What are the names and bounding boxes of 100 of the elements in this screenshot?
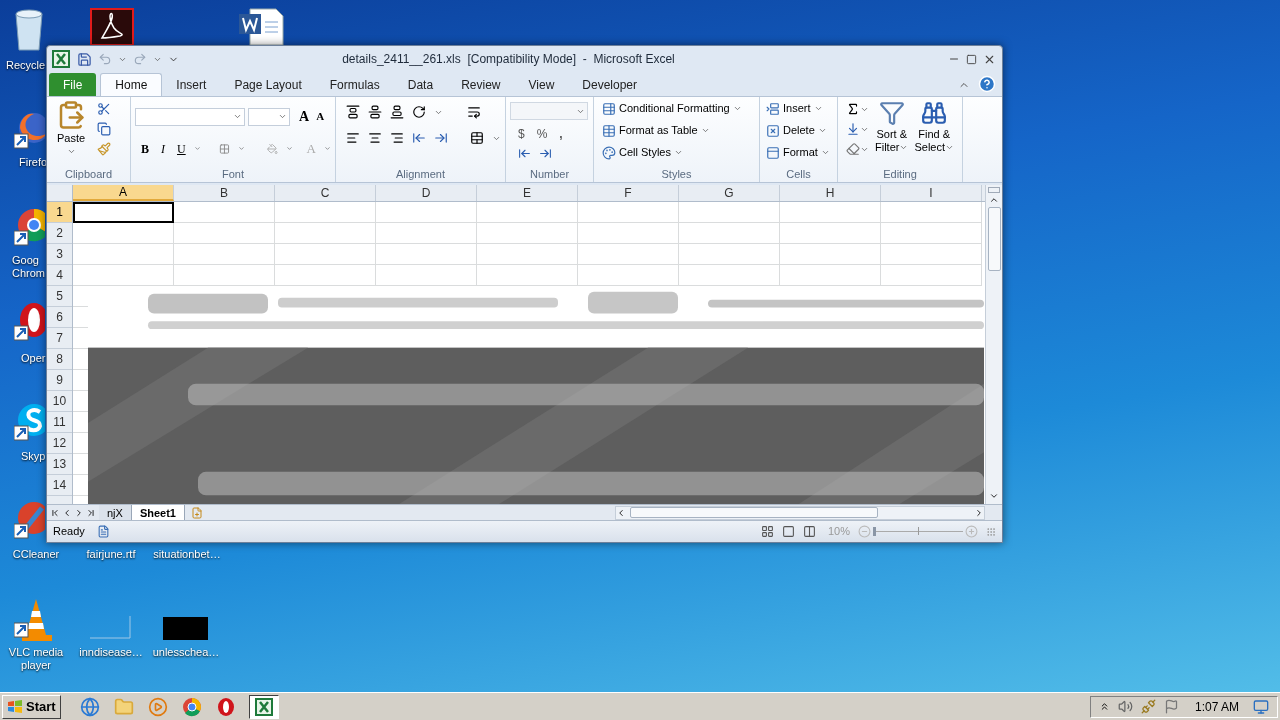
spreadsheet-icon[interactable] — [51, 49, 71, 69]
vertical-scrollbar[interactable] — [985, 185, 1002, 504]
desktop-icon-label[interactable]: Skyp — [21, 450, 46, 463]
cells-menu-button[interactable]: Insert — [766, 100, 833, 117]
sheet-tab[interactable]: njX — [99, 505, 132, 520]
previous-sheet-icon[interactable] — [62, 507, 72, 518]
currency-button[interactable]: $ — [518, 125, 525, 143]
grid-cell[interactable] — [578, 202, 679, 223]
document-icon[interactable] — [238, 8, 284, 45]
volume-icon[interactable] — [1117, 699, 1133, 714]
increase-indent-icon[interactable] — [434, 131, 448, 145]
column-header[interactable]: D — [376, 185, 477, 201]
desktop-icon-label[interactable]: Recycle — [6, 59, 46, 72]
wrap-text-icon[interactable] — [467, 105, 481, 119]
align-top-icon[interactable] — [346, 105, 360, 119]
row-header[interactable]: 13 — [47, 454, 72, 475]
scroll-up-icon[interactable] — [989, 195, 999, 205]
zoom-in-icon[interactable] — [965, 525, 978, 538]
active-cell[interactable] — [73, 202, 174, 223]
align-middle-icon[interactable] — [368, 105, 382, 119]
align-center-icon[interactable] — [368, 131, 382, 145]
document-logo-icon[interactable] — [90, 8, 134, 45]
grid-cell[interactable] — [679, 202, 780, 223]
ribbon-tab[interactable]: Home — [100, 73, 163, 96]
scroll-thumb[interactable] — [987, 207, 1001, 271]
grid-cell[interactable] — [679, 223, 780, 244]
grid-cell[interactable] — [174, 223, 275, 244]
ring-logo-icon[interactable] — [14, 300, 45, 342]
help-icon[interactable] — [978, 75, 996, 93]
ribbon-tab[interactable]: Developer — [568, 73, 651, 96]
fill-icon[interactable] — [846, 122, 860, 136]
grid-cell[interactable] — [174, 244, 275, 265]
resize-grip-icon[interactable] — [986, 526, 996, 537]
column-header[interactable]: C — [275, 185, 376, 201]
row-header[interactable]: 1 — [47, 202, 72, 223]
grid-cell[interactable] — [679, 244, 780, 265]
font-size-field[interactable] — [248, 107, 290, 126]
ribbon-tab[interactable]: View — [514, 73, 569, 96]
ribbon-tab[interactable]: Data — [393, 73, 448, 96]
action-center-icon[interactable] — [1163, 699, 1179, 714]
styles-menu-button[interactable]: Conditional Formatting — [602, 100, 755, 117]
grow-font-button[interactable]: A — [299, 106, 310, 127]
autosum-icon[interactable] — [846, 102, 860, 116]
column-header[interactable]: E — [477, 185, 578, 201]
page-layout-view-icon[interactable] — [781, 525, 795, 538]
grid-cell[interactable] — [477, 202, 578, 223]
paste-button[interactable]: Paste — [51, 100, 91, 156]
normal-view-icon[interactable] — [760, 525, 774, 538]
scroll-down-icon[interactable] — [989, 491, 999, 501]
row-header[interactable]: 6 — [47, 307, 72, 328]
find-select-button[interactable]: Find & Select — [914, 100, 955, 156]
cut-icon[interactable] — [97, 102, 111, 116]
row-header[interactable]: 10 — [47, 391, 72, 412]
row-header[interactable]: 12 — [47, 433, 72, 454]
row-header[interactable]: 9 — [47, 370, 72, 391]
bold-button[interactable]: B — [141, 139, 149, 158]
desktop-icon-label[interactable]: fairjune.rtf — [86, 548, 136, 561]
macro-record-icon[interactable] — [96, 525, 110, 538]
cells-menu-button[interactable]: Delete — [766, 122, 833, 139]
row-header[interactable]: 14 — [47, 475, 72, 496]
comma-button[interactable]: , — [559, 125, 563, 143]
orientation-icon[interactable] — [412, 105, 426, 119]
grid-cell[interactable] — [881, 223, 982, 244]
styles-menu-button[interactable]: Cell Styles — [602, 144, 755, 161]
italic-button[interactable]: I — [161, 139, 165, 158]
column-header[interactable]: H — [780, 185, 881, 201]
spreadsheet-icon[interactable] — [253, 696, 274, 717]
show-desktop-icon[interactable] — [1253, 698, 1269, 715]
file-icon[interactable] — [88, 614, 132, 640]
next-sheet-icon[interactable] — [74, 507, 84, 518]
grid-cell[interactable] — [376, 244, 477, 265]
borders-icon[interactable] — [218, 141, 230, 156]
row-header[interactable]: 3 — [47, 244, 72, 265]
ribbon-tab[interactable]: File — [49, 73, 97, 96]
grid-cell[interactable] — [275, 223, 376, 244]
grid-cell[interactable] — [275, 244, 376, 265]
grid-cell[interactable] — [174, 202, 275, 223]
grid-cell[interactable] — [376, 202, 477, 223]
align-bottom-icon[interactable] — [390, 105, 404, 119]
row-header[interactable]: 4 — [47, 265, 72, 286]
decrease-decimal-icon[interactable] — [539, 147, 552, 160]
undo-icon[interactable] — [98, 52, 112, 66]
maximize-icon[interactable] — [966, 53, 977, 65]
column-header[interactable]: B — [174, 185, 275, 201]
last-sheet-icon[interactable] — [86, 507, 96, 518]
fill-color-icon[interactable] — [266, 141, 278, 156]
column-header[interactable]: I — [881, 185, 982, 201]
scroll-thumb[interactable] — [630, 507, 878, 518]
desktop-icon-label[interactable]: Firefo — [19, 156, 48, 169]
clock[interactable]: 1:07 AM — [1194, 697, 1239, 716]
decrease-indent-icon[interactable] — [412, 131, 426, 145]
grid-cell[interactable] — [780, 223, 881, 244]
cells-menu-button[interactable]: Format — [766, 144, 833, 161]
align-right-icon[interactable] — [390, 131, 404, 145]
font-name-field[interactable] — [135, 107, 245, 126]
row-header[interactable]: 7 — [47, 328, 72, 349]
increase-decimal-icon[interactable] — [518, 147, 531, 160]
grid-cell[interactable] — [881, 202, 982, 223]
percent-button[interactable]: % — [536, 125, 548, 143]
ribbon-tab[interactable]: Formulas — [315, 73, 394, 96]
